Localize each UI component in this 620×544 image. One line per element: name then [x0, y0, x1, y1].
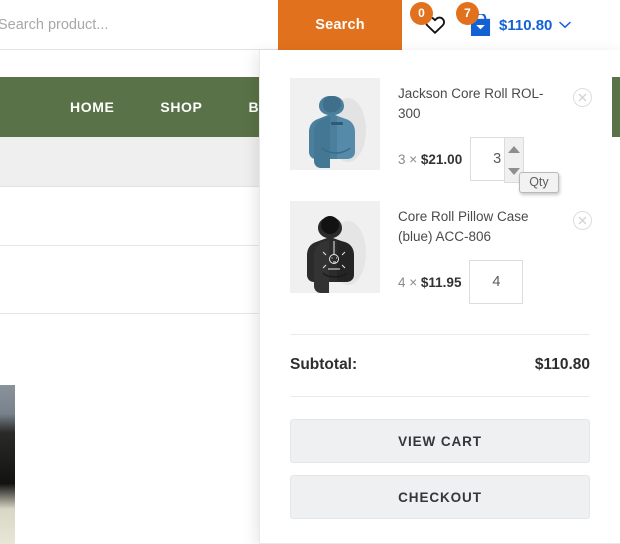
cart-amount: $110.80 — [499, 16, 553, 34]
cart-button[interactable]: 7 $110.80 — [456, 1, 572, 37]
mini-cart-dropdown: Jackson Core Roll ROL-300 3 × $21.00 3 Q… — [259, 50, 620, 544]
subtotal-label: Subtotal: — [290, 356, 358, 374]
remove-item-button[interactable] — [573, 211, 592, 231]
search-bar — [0, 0, 280, 50]
checkout-button[interactable]: CHECKOUT — [290, 475, 590, 520]
wishlist-button[interactable]: 0 — [410, 2, 446, 36]
cart-item-qty-text: 4 × — [398, 274, 421, 290]
header-icon-cluster: 0 7 $110.80 — [410, 0, 572, 50]
cart-item-unit-price: $11.95 — [420, 274, 462, 290]
page-stage: Search 0 7 $110 — [0, 0, 620, 544]
subtotal-row: Subtotal: $110.80 — [290, 335, 590, 396]
product-thumbnail-black-hoodie[interactable] — [290, 201, 380, 294]
cart-item-price-row: 4 × $11.95 4 — [398, 260, 590, 305]
cart-item-qty-text: 3 × — [398, 151, 421, 167]
cart-item-price-row: 3 × $21.00 3 Qty — [398, 137, 590, 194]
product-thumbnail-blue-hoodie[interactable] — [290, 78, 380, 170]
cart-count-badge: 7 — [456, 1, 479, 25]
cart-item-body: Core Roll Pillow Case (blue) ACC-806 4 ×… — [398, 201, 590, 305]
cart-item-qty-price: 4 × $11.95 — [398, 275, 461, 290]
quantity-stepper[interactable]: 3 Qty — [470, 137, 559, 194]
qty-tooltip: Qty — [519, 172, 559, 194]
cart-item: Jackson Core Roll ROL-300 3 × $21.00 3 Q… — [290, 78, 592, 194]
stepper-up-icon[interactable] — [508, 145, 521, 153]
cart-item: Core Roll Pillow Case (blue) ACC-806 4 ×… — [290, 201, 592, 308]
page-edge-photo — [0, 385, 15, 544]
subtotal-value: $110.80 — [534, 356, 590, 374]
view-cart-button[interactable]: VIEW CART — [290, 419, 590, 464]
cart-item-unit-price: $21.00 — [420, 151, 463, 167]
search-input[interactable] — [0, 16, 279, 33]
cart-item-name[interactable]: Core Roll Pillow Case (blue) ACC-806 — [398, 207, 548, 246]
cart-item-qty-price: 3 × $21.00 — [398, 152, 462, 167]
quantity-stepper[interactable]: 4 — [469, 260, 524, 305]
quantity-value[interactable]: 3 — [493, 151, 501, 167]
wishlist-count-badge: 0 — [410, 2, 433, 25]
cart-item-name[interactable]: Jackson Core Roll ROL-300 — [398, 84, 548, 123]
quantity-value[interactable]: 4 — [492, 274, 500, 290]
nav-item-shop[interactable]: SHOP — [160, 99, 202, 115]
cart-item-body: Jackson Core Roll ROL-300 3 × $21.00 3 Q… — [398, 78, 590, 194]
nav-item-home[interactable]: HOME — [70, 99, 114, 115]
chevron-down-icon — [559, 16, 572, 34]
search-button[interactable]: Search — [278, 0, 402, 50]
nav-edge-sliver — [612, 77, 620, 137]
cart-actions: VIEW CART CHECKOUT — [290, 397, 590, 520]
remove-item-button[interactable] — [573, 88, 592, 107]
